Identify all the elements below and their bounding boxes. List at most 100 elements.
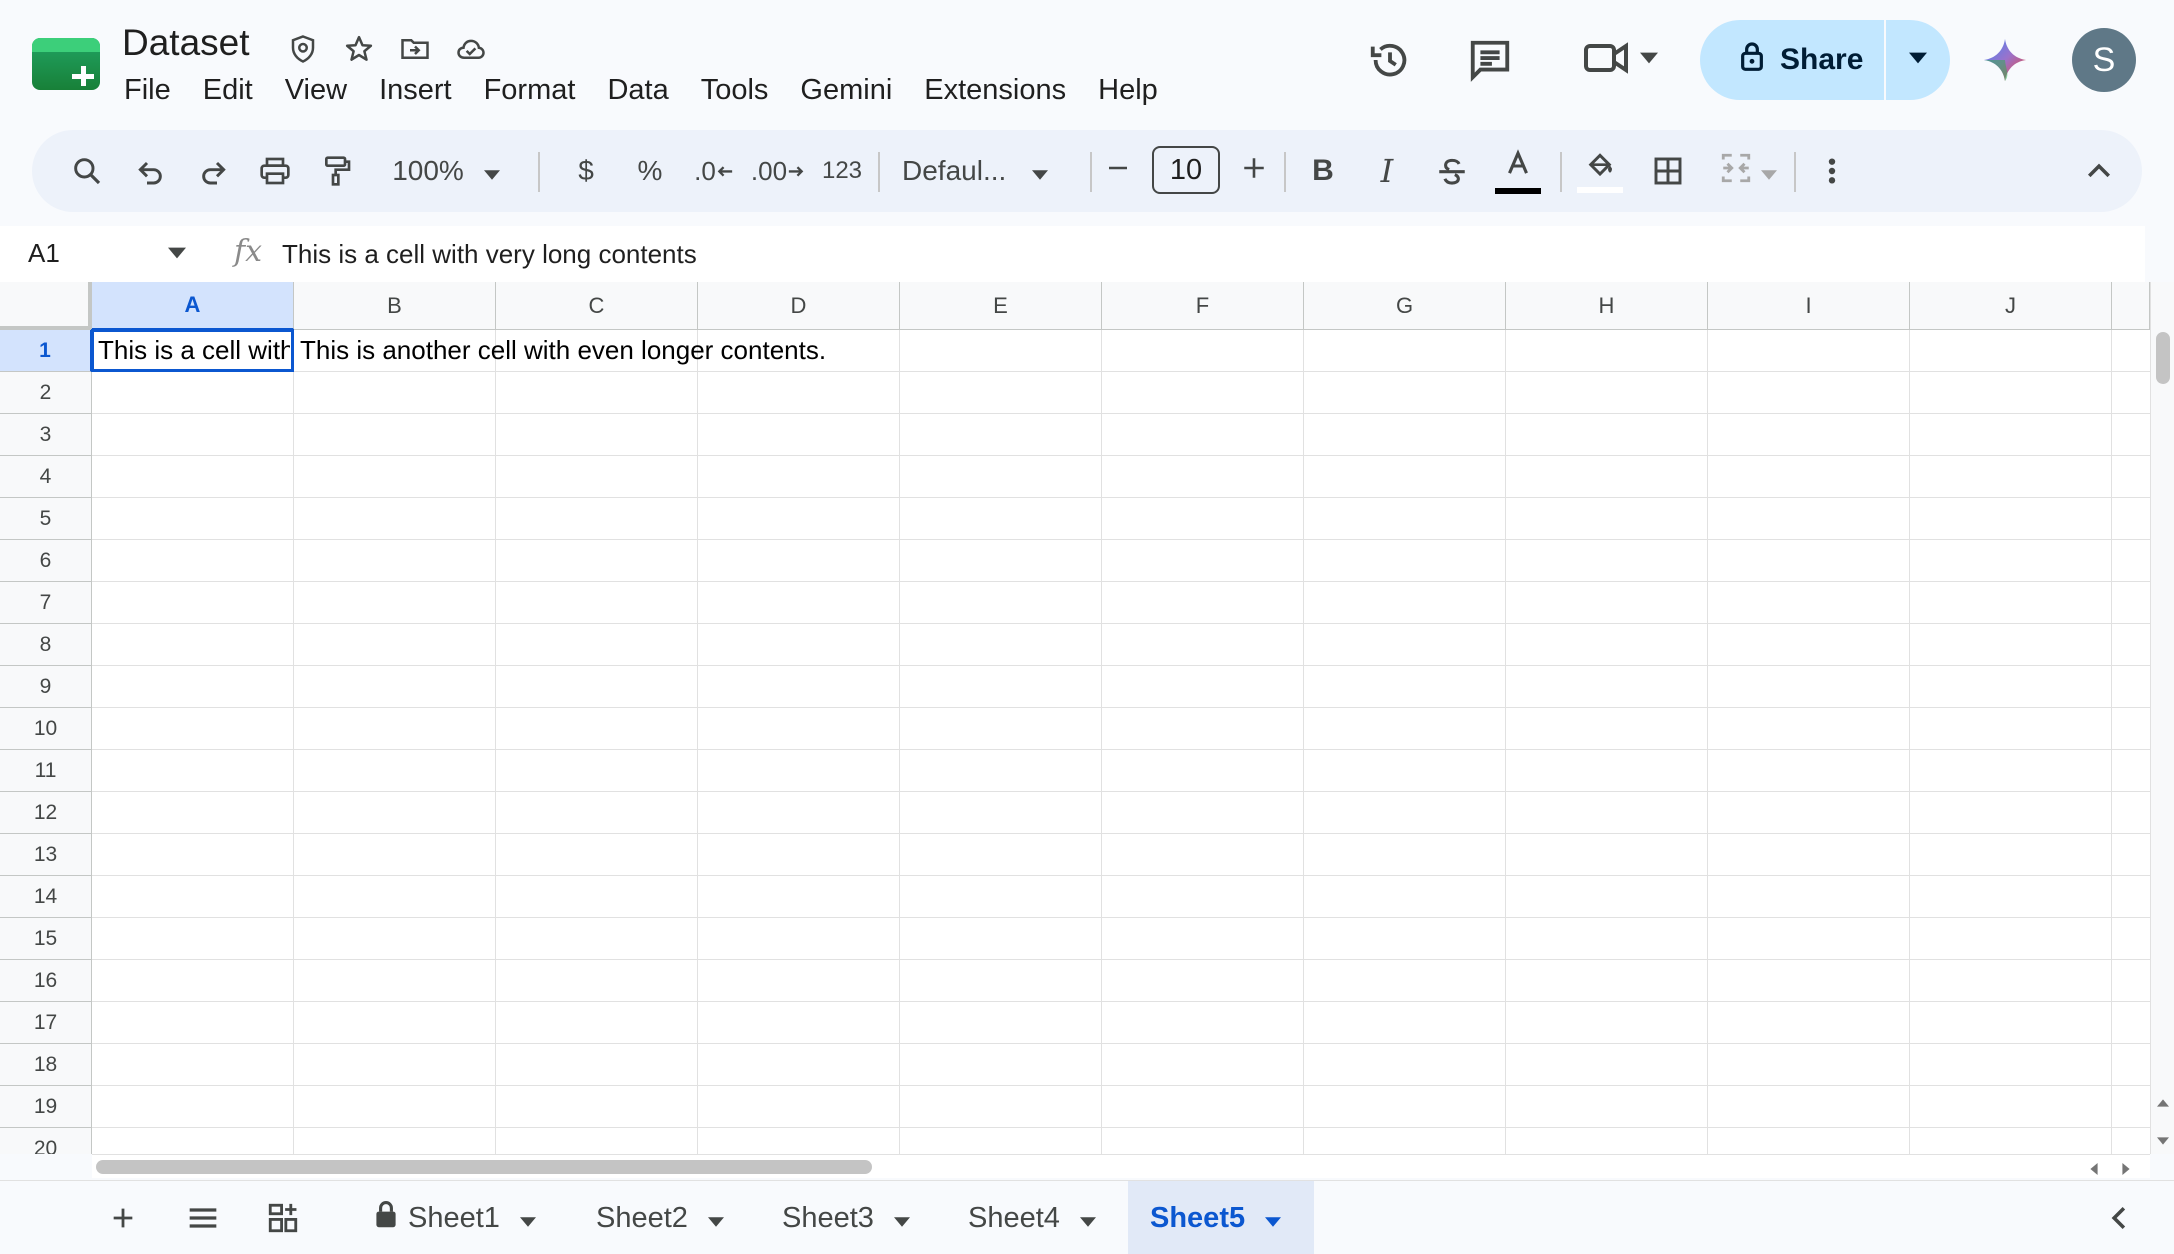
fill-color-button[interactable]: [1572, 141, 1628, 201]
tab-sheet1[interactable]: Sheet1: [352, 1181, 562, 1254]
chevron-down-icon[interactable]: [168, 246, 186, 264]
row-header-13[interactable]: 13: [0, 834, 92, 876]
row-header-16[interactable]: 16: [0, 960, 92, 1002]
column-header-e[interactable]: E: [900, 282, 1102, 330]
column-header-g[interactable]: G: [1304, 282, 1506, 330]
select-all-corner[interactable]: [0, 282, 92, 330]
scroll-right-icon[interactable]: [2122, 1162, 2130, 1180]
text-color-button[interactable]: [1490, 141, 1546, 201]
more-options-icon[interactable]: [1808, 141, 1856, 201]
menu-data[interactable]: Data: [591, 70, 684, 111]
row-header-2[interactable]: 2: [0, 372, 92, 414]
row-header-10[interactable]: 10: [0, 708, 92, 750]
column-header-j[interactable]: J: [1910, 282, 2112, 330]
print-icon[interactable]: [250, 141, 300, 201]
name-box[interactable]: A1: [28, 238, 60, 269]
row-header-9[interactable]: 9: [0, 666, 92, 708]
menu-gemini[interactable]: Gemini: [784, 70, 908, 111]
chevron-down-icon[interactable]: [519, 1202, 536, 1235]
row-header-8[interactable]: 8: [0, 624, 92, 666]
decrease-decimal-button[interactable]: .0: [686, 141, 742, 201]
menu-help[interactable]: Help: [1082, 70, 1174, 111]
font-select[interactable]: Defaul...: [902, 141, 1102, 201]
row-header-19[interactable]: 19: [0, 1086, 92, 1128]
tab-sheet2[interactable]: Sheet2: [574, 1181, 754, 1254]
number-format-button[interactable]: 123: [812, 141, 872, 201]
row-header-14[interactable]: 14: [0, 876, 92, 918]
star-icon[interactable]: [340, 30, 378, 68]
percent-format-button[interactable]: %: [626, 141, 674, 201]
scroll-down-icon[interactable]: [2157, 1132, 2169, 1150]
chevron-down-icon[interactable]: [893, 1202, 910, 1235]
currency-format-button[interactable]: $: [562, 141, 610, 201]
meet-button[interactable]: [1570, 30, 1670, 90]
column-header-i[interactable]: I: [1708, 282, 1910, 330]
chevron-down-icon[interactable]: [707, 1202, 724, 1235]
comments-icon[interactable]: [1460, 30, 1520, 90]
avatar[interactable]: S: [2072, 28, 2136, 92]
row-header-17[interactable]: 17: [0, 1002, 92, 1044]
row-header-12[interactable]: 12: [0, 792, 92, 834]
row-header-4[interactable]: 4: [0, 456, 92, 498]
row-header-6[interactable]: 6: [0, 540, 92, 582]
column-header-c[interactable]: C: [496, 282, 698, 330]
menu-tools[interactable]: Tools: [685, 70, 785, 111]
column-header-d[interactable]: D: [698, 282, 900, 330]
chevron-up-icon[interactable]: [2074, 141, 2124, 201]
version-history-icon[interactable]: [1360, 30, 1420, 90]
row-header-20[interactable]: 20: [0, 1128, 92, 1154]
column-header-b[interactable]: B: [294, 282, 496, 330]
row-header-11[interactable]: 11: [0, 750, 92, 792]
row-header-7[interactable]: 7: [0, 582, 92, 624]
all-sheets-icon[interactable]: [178, 1193, 228, 1243]
cell-b1[interactable]: This is another cell with even longer co…: [300, 330, 2108, 370]
row-header-15[interactable]: 15: [0, 918, 92, 960]
column-header-f[interactable]: F: [1102, 282, 1304, 330]
column-header-a[interactable]: A: [92, 282, 294, 330]
search-icon[interactable]: [62, 141, 112, 201]
row-header-18[interactable]: 18: [0, 1044, 92, 1086]
horizontal-scroll-thumb[interactable]: [96, 1160, 872, 1174]
formula-input[interactable]: This is a cell with very long contents: [282, 239, 697, 270]
move-folder-icon[interactable]: [396, 30, 434, 68]
scroll-up-icon[interactable]: [2157, 1094, 2169, 1112]
increase-font-size-button[interactable]: [1230, 141, 1278, 201]
row-header-3[interactable]: 3: [0, 414, 92, 456]
bold-button[interactable]: B: [1298, 141, 1348, 201]
chevron-down-icon[interactable]: [1265, 1202, 1282, 1235]
tab-sheet4[interactable]: Sheet4: [946, 1181, 1126, 1254]
merge-cells-button[interactable]: [1708, 141, 1788, 201]
redo-icon[interactable]: [188, 141, 238, 201]
row-header-1[interactable]: 1: [0, 330, 92, 372]
borders-icon[interactable]: [1642, 141, 1694, 201]
menu-file[interactable]: File: [108, 70, 187, 111]
cloud-saved-icon[interactable]: [452, 30, 490, 68]
menu-view[interactable]: View: [269, 70, 363, 111]
strikethrough-icon[interactable]: [1426, 141, 1478, 201]
scroll-left-icon[interactable]: [2090, 1162, 2098, 1180]
cell-grid[interactable]: A B C D E F G H I J 1 2 3 4 5 6 7 8 9 10 11 12 13 14 15 16 17 18 19 2…: [0, 282, 2150, 1154]
menu-format[interactable]: Format: [468, 70, 592, 111]
document-title[interactable]: Dataset: [122, 22, 250, 64]
horizontal-scrollbar[interactable]: [92, 1154, 2150, 1178]
italic-button[interactable]: I: [1362, 141, 1412, 201]
column-header-h[interactable]: H: [1506, 282, 1708, 330]
undo-icon[interactable]: [126, 141, 176, 201]
zoom-select[interactable]: 100%: [382, 141, 510, 201]
share-dropdown[interactable]: [1886, 20, 1950, 100]
chevron-down-icon[interactable]: [1079, 1202, 1096, 1235]
gemini-icon[interactable]: [1975, 30, 2035, 90]
tab-sheet3[interactable]: Sheet3: [760, 1181, 940, 1254]
vertical-scroll-thumb[interactable]: [2156, 332, 2170, 384]
decrease-font-size-button[interactable]: [1094, 141, 1142, 201]
share-button[interactable]: Share: [1700, 20, 1884, 100]
tab-sheet5[interactable]: Sheet5: [1128, 1181, 1314, 1254]
increase-decimal-button[interactable]: .00: [748, 141, 808, 201]
menu-extensions[interactable]: Extensions: [908, 70, 1082, 111]
sheet-components-icon[interactable]: [258, 1193, 308, 1243]
collapse-panel-icon[interactable]: [2094, 1193, 2144, 1243]
paint-format-icon[interactable]: [312, 141, 362, 201]
shield-icon[interactable]: [284, 30, 322, 68]
row-header-5[interactable]: 5: [0, 498, 92, 540]
sheets-logo-icon[interactable]: [32, 38, 100, 90]
